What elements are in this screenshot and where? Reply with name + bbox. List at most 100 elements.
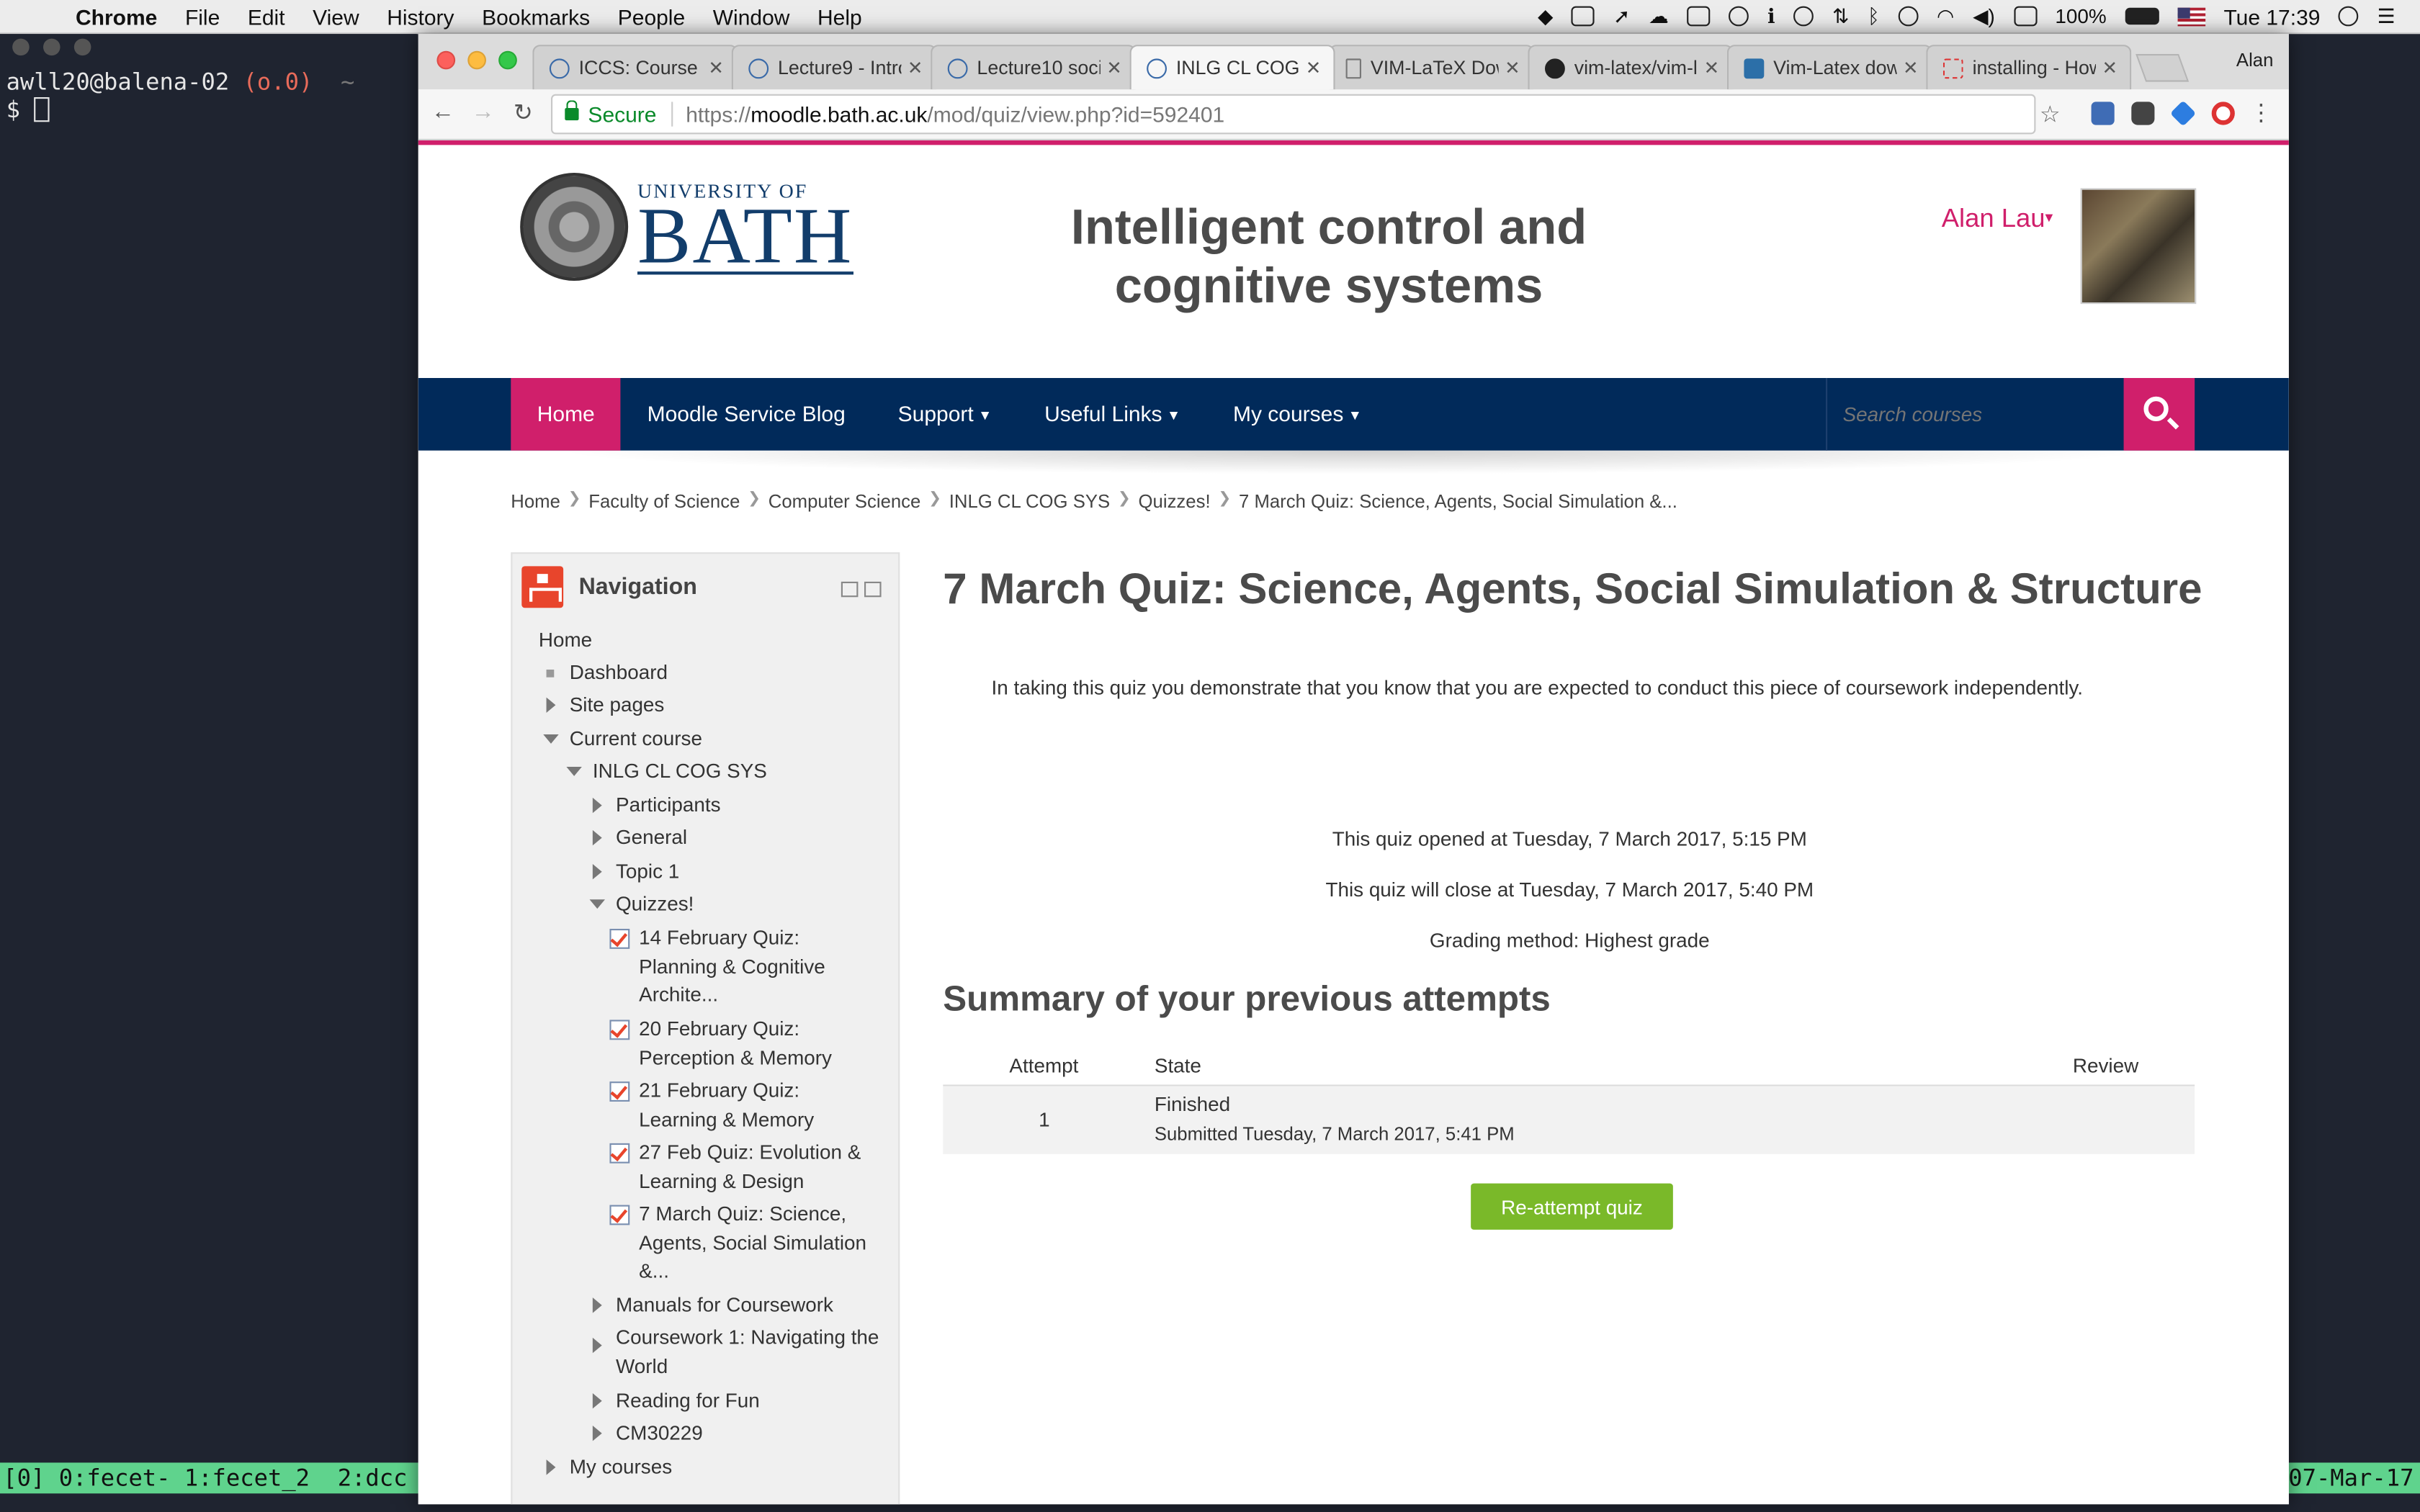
reattempt-quiz-button[interactable]: Re-attempt quiz [1471, 1183, 1673, 1230]
breadcrumb-faculty[interactable]: Faculty of Science [588, 490, 740, 512]
expand-arrow-icon[interactable] [592, 1425, 608, 1441]
terminal-zoom-dot[interactable] [73, 38, 91, 56]
minimize-window-button[interactable] [467, 50, 486, 70]
forward-arrow-icon[interactable]: → [467, 99, 498, 125]
bluetooth-icon[interactable]: ᛒ [1868, 4, 1880, 27]
terminal-window[interactable]: awll20@balena-02 (o.0) ~ $ [0, 34, 417, 1512]
close-tab-icon[interactable]: ✕ [1704, 57, 1720, 78]
menu-app-name[interactable]: Chrome [62, 4, 171, 28]
breadcrumb-department[interactable]: Computer Science [768, 490, 921, 512]
airplay-icon[interactable] [2013, 6, 2037, 27]
breadcrumb-section[interactable]: Quizzes! [1139, 490, 1211, 512]
terminal-input-line[interactable]: $ [6, 96, 50, 123]
menu-edit[interactable]: Edit [234, 4, 299, 28]
dock-block-icon[interactable] [864, 581, 882, 598]
terminal-minimize-dot[interactable] [43, 38, 60, 56]
bookmark-star-icon[interactable]: ☆ [2040, 100, 2061, 127]
close-tab-icon[interactable]: ✕ [908, 57, 923, 78]
nav-tree-coursework1[interactable]: Coursework 1: Navigating the World [512, 1324, 898, 1382]
tab-lecture10[interactable]: Lecture10 soci ✕ [931, 45, 1137, 90]
tab-sourceforge[interactable]: Vim-Latex dow ✕ [1726, 45, 1932, 90]
expand-arrow-icon[interactable] [592, 1392, 608, 1409]
screen-share-icon[interactable] [1687, 6, 1711, 27]
nav-my-courses[interactable]: My courses ▼ [1207, 378, 1389, 451]
collapse-arrow-icon[interactable] [589, 899, 605, 914]
close-tab-icon[interactable]: ✕ [2102, 57, 2118, 78]
close-tab-icon[interactable]: ✕ [1306, 57, 1322, 78]
menu-history[interactable]: History [373, 4, 468, 28]
us-flag-input-icon[interactable] [2177, 6, 2205, 26]
tab-inlg-active[interactable]: INLG CL COG S ✕ [1129, 45, 1335, 90]
arch-icon[interactable] [1572, 6, 1595, 27]
expand-arrow-icon[interactable] [592, 1297, 608, 1313]
nav-tree-quiz-20-feb[interactable]: 20 February Quiz: Perception & Memory [512, 1015, 898, 1074]
nav-support[interactable]: Support ▼ [871, 378, 1018, 451]
avatar[interactable] [2080, 188, 2197, 305]
close-window-button[interactable] [436, 50, 456, 70]
tab-installing[interactable]: installing - How ✕ [1926, 45, 2132, 90]
nav-tree-quiz-27-feb[interactable]: 27 Feb Quiz: Evolution & Learning & Desig… [512, 1138, 898, 1197]
menu-people[interactable]: People [604, 4, 699, 28]
menu-help[interactable]: Help [804, 4, 876, 28]
breadcrumb-current[interactable]: 7 March Quiz: Science, Agents, Social Si… [1239, 490, 1677, 512]
terminal-close-dot[interactable] [12, 38, 30, 56]
battery-icon[interactable] [2125, 7, 2159, 25]
rocket-icon[interactable]: ➚ [1613, 4, 1630, 28]
menu-view[interactable]: View [299, 4, 373, 28]
battery-percent[interactable]: 100% [2055, 4, 2106, 27]
volume-icon[interactable]: ◀) [1973, 4, 1995, 28]
reload-icon[interactable]: ↻ [508, 99, 539, 126]
breadcrumb-course[interactable]: INLG CL COG SYS [949, 490, 1110, 512]
profile-button[interactable]: Alan [2236, 50, 2273, 71]
tab-iccs-course[interactable]: ICCS: Course S ✕ [532, 45, 738, 90]
minimize-block-icon[interactable] [841, 581, 859, 598]
collapse-arrow-icon[interactable] [543, 734, 559, 750]
breadcrumb-home[interactable]: Home [511, 490, 560, 512]
cloud-icon[interactable]: ☁ [1649, 4, 1669, 28]
tab-github-vim-latex[interactable]: vim-latex/vim-l ✕ [1528, 45, 1734, 90]
close-tab-icon[interactable]: ✕ [1903, 57, 1919, 78]
search-button[interactable] [2123, 378, 2195, 451]
university-logo[interactable]: UNIVERSITY OF BATH [520, 173, 853, 281]
new-tab-button[interactable] [2136, 54, 2190, 82]
opera-adblock-icon[interactable] [2211, 102, 2235, 125]
nav-tree-quiz-21-feb[interactable]: 21 February Quiz: Learning & Memory [512, 1077, 898, 1135]
collapse-arrow-icon[interactable] [566, 767, 582, 782]
extension-bookmark-icon[interactable] [2091, 102, 2115, 125]
address-bar[interactable]: Secure https://moodle.bath.ac.uk/mod/qui… [551, 94, 2036, 135]
search-courses-input[interactable] [1826, 378, 2124, 451]
menu-bookmarks[interactable]: Bookmarks [468, 4, 604, 28]
expand-arrow-icon[interactable] [546, 697, 562, 713]
spotlight-icon[interactable] [2339, 6, 2360, 27]
user-menu[interactable]: Alan Lau▾ [1942, 204, 2053, 235]
close-tab-icon[interactable]: ✕ [1505, 57, 1520, 78]
expand-arrow-icon[interactable] [546, 1459, 562, 1475]
expand-arrow-icon[interactable] [592, 1337, 608, 1354]
menu-window[interactable]: Window [699, 4, 803, 28]
dropbox-icon[interactable]: ◆ [1538, 4, 1553, 28]
nav-home[interactable]: Home [511, 378, 622, 451]
record-icon[interactable] [1729, 6, 1749, 27]
zoom-window-button[interactable] [498, 50, 517, 70]
nav-tree-quiz-7-march[interactable]: 7 March Quiz: Science, Agents, Social Sim… [512, 1200, 898, 1287]
time-machine-icon[interactable] [1898, 6, 1919, 27]
notification-center-icon[interactable]: ☰ [2378, 4, 2396, 28]
extension-diamond-icon[interactable] [2169, 100, 2197, 127]
expand-arrow-icon[interactable] [592, 829, 608, 846]
tab-vim-latex-download[interactable]: VIM-LaTeX Dow ✕ [1329, 45, 1534, 90]
nav-useful-links[interactable]: Useful Links ▼ [1018, 378, 1207, 451]
tab-lecture9[interactable]: Lecture9 - Intro ✕ [731, 45, 937, 90]
info-icon[interactable]: ℹ [1767, 4, 1775, 28]
chrome-menu-icon[interactable]: ⋮ [2246, 99, 2277, 126]
close-tab-icon[interactable]: ✕ [708, 57, 724, 78]
pocket-icon[interactable] [2131, 102, 2155, 125]
clock[interactable]: Tue 17:39 [2223, 4, 2320, 28]
wifi-icon[interactable]: ◠ [1937, 4, 1954, 28]
block-icon[interactable] [1793, 6, 1814, 27]
nav-moodle-service-blog[interactable]: Moodle Service Blog [621, 378, 871, 451]
menu-file[interactable]: File [171, 4, 234, 28]
nav-tree-quiz-14-feb[interactable]: 14 February Quiz: Planning & Cognitive Arc… [512, 924, 898, 1011]
updown-arrows-icon[interactable]: ⇅ [1832, 4, 1849, 28]
expand-arrow-icon[interactable] [592, 864, 608, 880]
close-tab-icon[interactable]: ✕ [1106, 57, 1122, 78]
